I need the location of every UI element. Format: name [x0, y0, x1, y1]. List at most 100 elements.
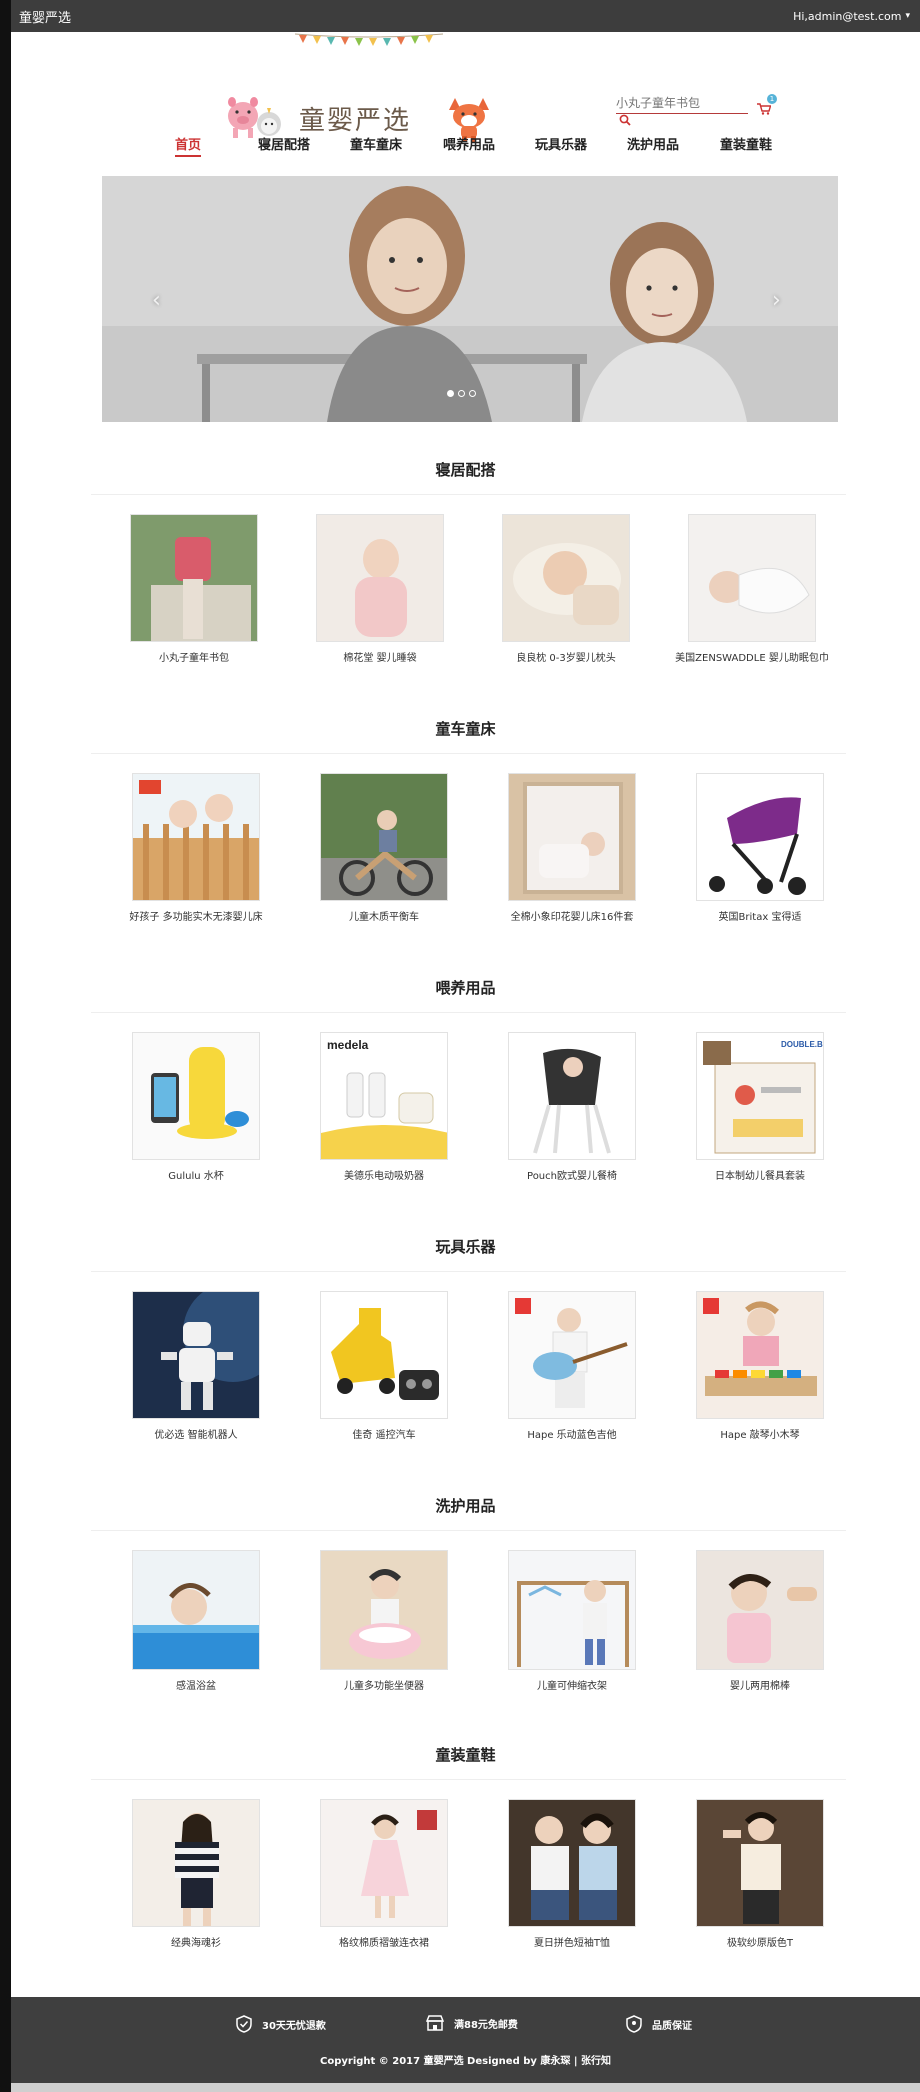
product-card[interactable]: Hape 乐动蓝色吉他	[492, 1291, 652, 1441]
cart-button[interactable]: 1	[757, 94, 777, 119]
nav-feeding[interactable]: 喂养用品	[443, 134, 495, 153]
product-image[interactable]	[502, 514, 630, 642]
product-card[interactable]: 好孩子 多功能实木无漆婴儿床	[116, 773, 276, 923]
product-card[interactable]: 夏日拼色短袖T恤	[492, 1799, 652, 1949]
product-card[interactable]: Pouch欧式婴儿餐椅	[492, 1032, 652, 1182]
section-title[interactable]: 喂养用品	[11, 977, 920, 998]
product-image[interactable]	[320, 1550, 448, 1670]
product-name[interactable]: 格纹棉质褶皱连衣裙	[304, 1934, 464, 1949]
product-name[interactable]: 棉花堂 婴儿睡袋	[300, 649, 460, 664]
svg-text:medela: medela	[327, 1038, 369, 1052]
section-divider	[91, 494, 846, 495]
site-name[interactable]: 童婴严选	[19, 7, 71, 26]
product-name[interactable]: Hape 敲琴小木琴	[680, 1426, 840, 1441]
product-name[interactable]: 全棉小象印花婴儿床16件套	[492, 908, 652, 923]
nav-care[interactable]: 洗护用品	[627, 134, 679, 153]
carousel-dot[interactable]	[469, 390, 476, 397]
product-name[interactable]: 儿童木质平衡车	[304, 908, 464, 923]
product-name[interactable]: 佳奇 遥控汽车	[304, 1426, 464, 1441]
banner-carousel[interactable]: ‹ ›	[102, 176, 838, 422]
product-card[interactable]: 格纹棉质褶皱连衣裙	[304, 1799, 464, 1949]
product-name[interactable]: 婴儿两用棉棒	[680, 1677, 840, 1692]
product-image[interactable]	[508, 1550, 636, 1670]
product-image[interactable]	[508, 773, 636, 901]
product-image[interactable]	[320, 1291, 448, 1419]
carousel-prev-button[interactable]: ‹	[152, 288, 161, 313]
product-image[interactable]	[132, 1291, 260, 1419]
product-card[interactable]: Gululu 水杯	[116, 1032, 276, 1182]
product-card[interactable]: 小丸子童年书包	[114, 514, 274, 664]
product-name[interactable]: 美国ZENSWADDLE 婴儿助眠包巾	[672, 649, 832, 664]
product-image[interactable]	[132, 1550, 260, 1670]
product-image[interactable]	[508, 1291, 636, 1419]
product-image[interactable]	[320, 773, 448, 901]
product-name[interactable]: 极软纱原版色T	[680, 1934, 840, 1949]
product-name[interactable]: 美德乐电动吸奶器	[304, 1167, 464, 1182]
product-card[interactable]: 儿童多功能坐便器	[304, 1550, 464, 1692]
product-card[interactable]: medela 美德乐电动吸奶器	[304, 1032, 464, 1182]
section-title[interactable]: 童车童床	[11, 718, 920, 739]
section-title[interactable]: 童装童鞋	[11, 1744, 920, 1765]
nav-bedding[interactable]: 寝居配搭	[258, 134, 310, 153]
product-card[interactable]: 极软纱原版色T	[680, 1799, 840, 1949]
section-title[interactable]: 玩具乐器	[11, 1236, 920, 1257]
product-card[interactable]: 良良枕 0-3岁婴儿枕头	[486, 514, 646, 664]
product-name[interactable]: 儿童可伸缩衣架	[492, 1677, 652, 1692]
product-card[interactable]: Hape 敲琴小木琴	[680, 1291, 840, 1441]
product-image[interactable]	[316, 514, 444, 642]
product-name[interactable]: 儿童多功能坐便器	[304, 1677, 464, 1692]
product-image[interactable]	[696, 1550, 824, 1670]
product-image[interactable]: medela	[320, 1032, 448, 1160]
search-icon[interactable]	[619, 114, 631, 126]
nav-strollers[interactable]: 童车童床	[350, 134, 402, 153]
product-card[interactable]: 英国Britax 宝得适	[680, 773, 840, 923]
product-name[interactable]: 小丸子童年书包	[114, 649, 274, 664]
product-card[interactable]: 儿童木质平衡车	[304, 773, 464, 923]
nav-clothing[interactable]: 童装童鞋	[720, 134, 772, 153]
product-name[interactable]: Gululu 水杯	[116, 1167, 276, 1182]
product-card[interactable]: 全棉小象印花婴儿床16件套	[492, 773, 652, 923]
product-image[interactable]	[696, 773, 824, 901]
product-name[interactable]: Hape 乐动蓝色吉他	[492, 1426, 652, 1441]
carousel-dot[interactable]	[447, 390, 454, 397]
product-name[interactable]: 感温浴盆	[116, 1677, 276, 1692]
section-divider	[91, 1530, 846, 1531]
section-divider	[91, 1271, 846, 1272]
product-card[interactable]: 经典海魂衫	[116, 1799, 276, 1949]
product-name[interactable]: 英国Britax 宝得适	[680, 908, 840, 923]
product-name[interactable]: 优必选 智能机器人	[116, 1426, 276, 1441]
product-name[interactable]: 经典海魂衫	[116, 1934, 276, 1949]
product-image[interactable]	[132, 773, 260, 901]
product-image[interactable]	[688, 514, 816, 642]
section-title[interactable]: 寝居配搭	[11, 459, 920, 480]
user-menu[interactable]: Hi,admin@test.com ▾	[793, 10, 910, 23]
carousel-dot[interactable]	[458, 390, 465, 397]
product-card[interactable]: 优必选 智能机器人	[116, 1291, 276, 1441]
product-image[interactable]	[130, 514, 258, 642]
product-card[interactable]: 美国ZENSWADDLE 婴儿助眠包巾	[672, 514, 832, 664]
product-image[interactable]	[508, 1799, 636, 1927]
product-card[interactable]: 佳奇 遥控汽车	[304, 1291, 464, 1441]
search-input[interactable]	[616, 96, 748, 110]
product-card[interactable]: 棉花堂 婴儿睡袋	[300, 514, 460, 664]
product-name[interactable]: 日本制幼儿餐具套装	[680, 1167, 840, 1182]
product-card[interactable]: 感温浴盆	[116, 1550, 276, 1692]
product-image[interactable]: DOUBLE.B	[696, 1032, 824, 1160]
product-image[interactable]	[696, 1799, 824, 1927]
carousel-next-button[interactable]: ›	[772, 288, 781, 313]
product-image[interactable]	[320, 1799, 448, 1927]
product-name[interactable]: Pouch欧式婴儿餐椅	[492, 1167, 652, 1182]
nav-home[interactable]: 首页	[175, 134, 202, 157]
product-card[interactable]: 婴儿两用棉棒	[680, 1550, 840, 1692]
product-image[interactable]	[508, 1032, 636, 1160]
section-title[interactable]: 洗护用品	[11, 1495, 920, 1516]
product-image[interactable]	[132, 1032, 260, 1160]
product-name[interactable]: 良良枕 0-3岁婴儿枕头	[486, 649, 646, 664]
nav-toys[interactable]: 玩具乐器	[535, 134, 587, 153]
product-card[interactable]: 儿童可伸缩衣架	[492, 1550, 652, 1692]
product-card[interactable]: DOUBLE.B 日本制幼儿餐具套装	[680, 1032, 840, 1182]
product-name[interactable]: 好孩子 多功能实木无漆婴儿床	[116, 908, 276, 923]
product-image[interactable]	[132, 1799, 260, 1927]
product-image[interactable]	[696, 1291, 824, 1419]
product-name[interactable]: 夏日拼色短袖T恤	[492, 1934, 652, 1949]
